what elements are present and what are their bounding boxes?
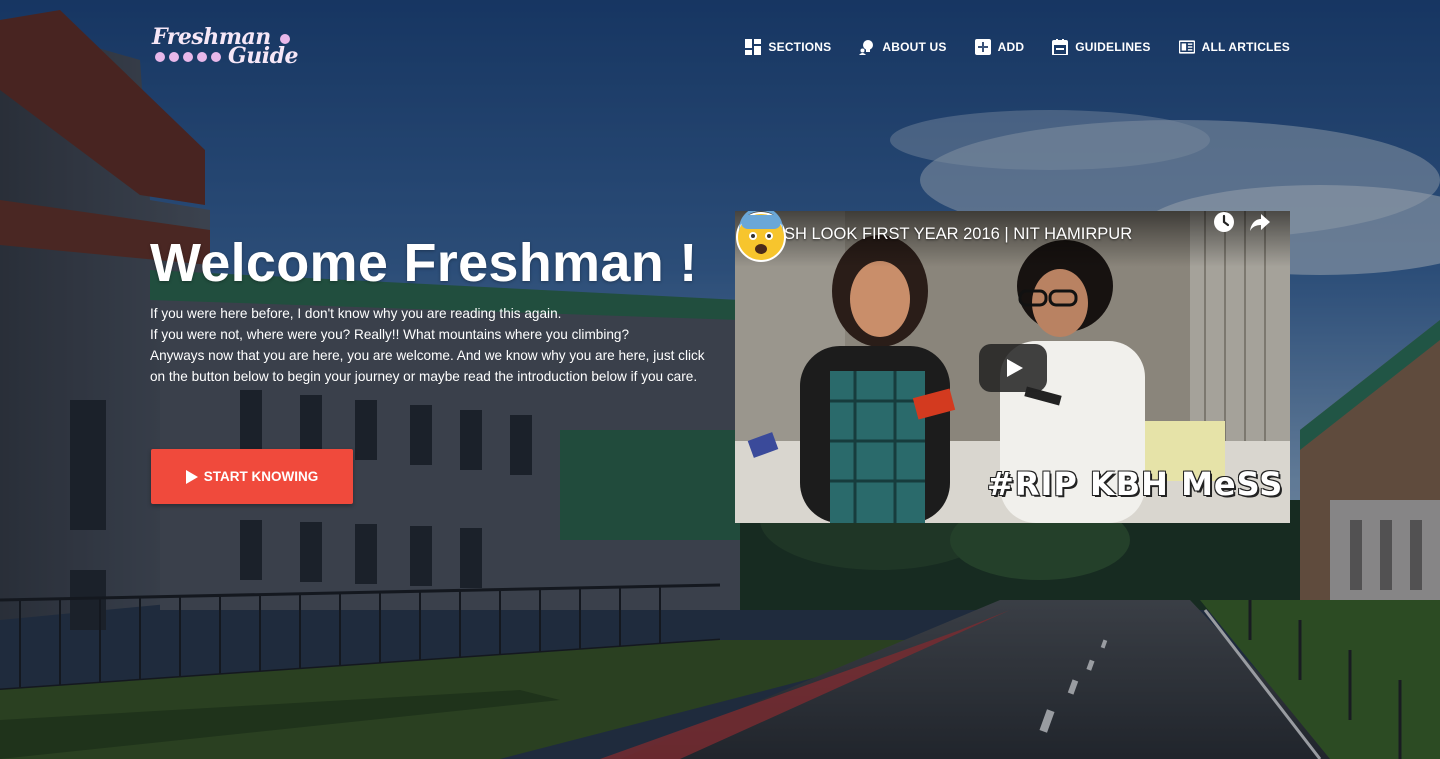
- logo-dot: [169, 52, 179, 62]
- logo-dot: [155, 52, 165, 62]
- freshman-guide-logo[interactable]: Freshman Guide: [152, 24, 302, 69]
- start-knowing-button[interactable]: START KNOWING: [151, 449, 353, 504]
- intro-line: If you were here before, I don't know wh…: [150, 306, 562, 321]
- logo-dot: [183, 52, 193, 62]
- nav-label: GUIDELINES: [1075, 40, 1151, 54]
- youtube-video-embed[interactable]: FRESH LOOK FIRST YEAR 2016 | NIT HAMIRPU…: [735, 211, 1290, 523]
- main-nav: SECTIONS ABOUT US ADD GUIDELINES ALL ART…: [745, 37, 1290, 57]
- shocked-face-emoji-icon: [736, 211, 786, 262]
- video-caption-text: #RIP KBH MeSS: [987, 465, 1284, 503]
- intro-line: If you were not, where were you? Really!…: [150, 327, 630, 342]
- watch-later-clock-icon[interactable]: [1213, 211, 1235, 233]
- grid-dashboard-icon: [745, 39, 762, 55]
- nav-item-about-us[interactable]: ABOUT US: [859, 39, 946, 55]
- nav-label: SECTIONS: [768, 40, 832, 54]
- play-icon: [1007, 359, 1023, 377]
- nav-label: ADD: [997, 40, 1025, 54]
- page-title: Welcome Freshman !: [150, 233, 698, 293]
- person-lightbulb-icon: [859, 40, 874, 55]
- nav-label: ABOUT US: [882, 40, 947, 54]
- logo-dot: [197, 52, 207, 62]
- logo-dot: [211, 52, 221, 62]
- intro-line: Anyways now that you are here, you are w…: [150, 348, 705, 384]
- share-arrow-icon[interactable]: [1249, 211, 1271, 233]
- logo-word-guide: Guide: [228, 43, 299, 69]
- nav-item-all-articles[interactable]: ALL ARTICLES: [1178, 39, 1290, 55]
- nav-item-guidelines[interactable]: GUIDELINES: [1052, 39, 1150, 55]
- play-icon: [185, 469, 198, 484]
- nav-label: ALL ARTICLES: [1201, 40, 1290, 54]
- calendar-icon: [1052, 39, 1069, 55]
- video-play-button[interactable]: [979, 344, 1047, 392]
- nav-item-sections[interactable]: SECTIONS: [745, 39, 831, 55]
- plus-box-icon: [974, 39, 991, 55]
- nav-item-add[interactable]: ADD: [974, 39, 1025, 55]
- video-title[interactable]: FRESH LOOK FIRST YEAR 2016 | NIT HAMIRPU…: [751, 225, 1132, 244]
- start-knowing-label: START KNOWING: [203, 469, 319, 484]
- newspaper-icon: [1178, 40, 1195, 54]
- intro-text: If you were here before, I don't know wh…: [150, 303, 710, 387]
